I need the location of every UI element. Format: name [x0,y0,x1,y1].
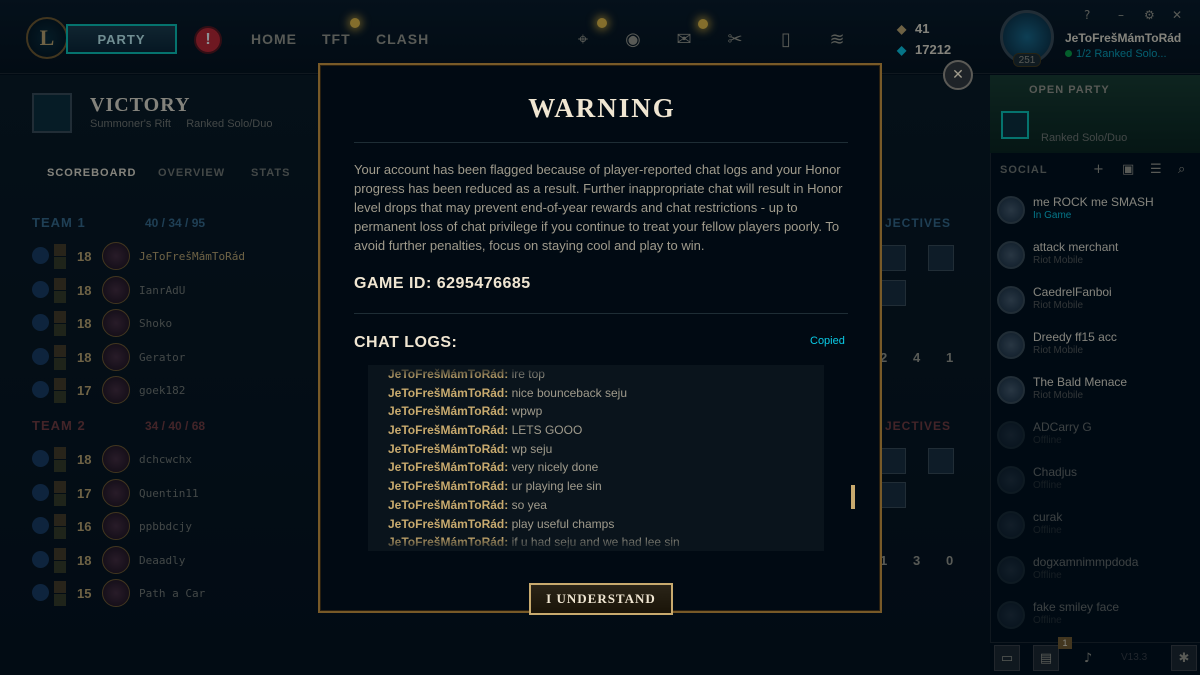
chat-speaker: JeToFrešMámToRád: [388,460,509,475]
chat-speaker: JeToFrešMámToRád: [388,497,509,512]
chat-message: nice bounceback seju [511,385,628,400]
chat-log-line: JeToFrešMámToRád: nice bounceback seju [368,386,824,405]
chat-log-line: JeToFrešMámToRád: ur playing lee sin [368,479,824,498]
warning-dialog: WARNING Your account has been flagged be… [318,63,882,615]
chat-speaker: JeToFrešMámToRád: [388,385,509,400]
chat-message: ur playing lee sin [511,479,602,494]
chat-speaker: JeToFrešMámToRád: [388,441,509,456]
dialog-title: WARNING [528,93,676,123]
chat-log-line: JeToFrešMámToRád: very nicely done [368,460,824,479]
chat-log-scrollbar[interactable] [851,485,855,509]
chat-message: play useful champs [511,516,615,531]
copied-status[interactable]: Copied [810,335,845,347]
warning-message: Your account has been flagged because of… [354,162,843,253]
chat-speaker: JeToFrešMámToRád: [388,423,509,438]
chat-message: so yea [511,497,547,512]
chat-message: wp seju [511,441,553,456]
game-id: GAME ID: 6295476685 [354,275,531,292]
chat-log-line: JeToFrešMámToRád: play useful champs [368,517,824,536]
close-dialog-icon[interactable]: ✕ [943,60,973,90]
fade-top [368,365,824,379]
chat-message: LETS GOOO [511,423,583,438]
chat-log-line: JeToFrešMámToRád: wp seju [368,442,824,461]
chat-log-line: JeToFrešMámToRád: so yea [368,498,824,517]
i-understand-button[interactable]: I UNDERSTAND [529,583,673,615]
divider [354,142,848,143]
chat-log-line: JeToFrešMámToRád: LETS GOOO [368,423,824,442]
chat-logs-heading: CHAT LOGS: [354,334,458,351]
chat-log-line: JeToFrešMámToRád: wpwp [368,404,824,423]
chat-message: wpwp [511,404,543,419]
chat-message: very nicely done [511,460,599,475]
chat-speaker: JeToFrešMámToRád: [388,516,509,531]
chat-log-list[interactable]: JeToFrešMámToRád: ire topJeToFrešMámToRá… [368,365,824,551]
fade-bottom [368,537,824,551]
chat-speaker: JeToFrešMámToRád: [388,479,509,494]
divider [354,313,848,314]
chat-speaker: JeToFrešMámToRád: [388,404,509,419]
